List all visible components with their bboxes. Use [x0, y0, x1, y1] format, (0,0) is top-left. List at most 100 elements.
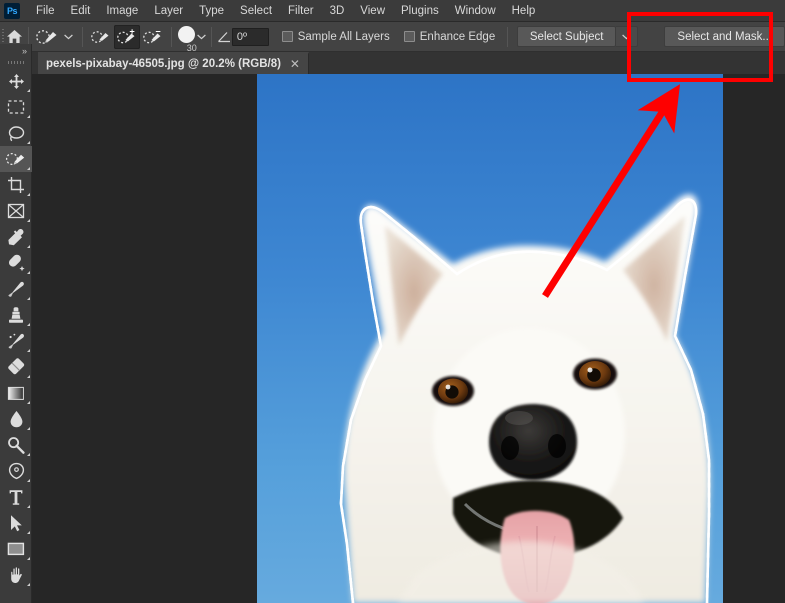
menu-item-file[interactable]: File	[28, 2, 63, 20]
path-arrow-icon	[9, 514, 23, 532]
pen-tool[interactable]	[0, 458, 32, 484]
sample-all-layers-checkbox[interactable]: Sample All Layers	[275, 31, 397, 43]
select-and-mask-button[interactable]: Select and Mask...	[664, 26, 785, 47]
photoshop-logo: Ps	[4, 2, 20, 19]
menu-item-layer[interactable]: Layer	[146, 2, 191, 20]
selection-mode-group	[88, 24, 166, 49]
frame-icon	[7, 203, 25, 219]
frame-tool[interactable]	[0, 198, 32, 224]
tool-more-indicator	[27, 349, 30, 352]
tool-more-indicator	[27, 479, 30, 482]
select-subject-chevron-down-icon[interactable]	[616, 26, 639, 47]
brush-tool[interactable]	[0, 276, 32, 302]
divider	[171, 26, 172, 47]
dog-photo	[339, 194, 711, 603]
quick-selection-brush-icon	[36, 29, 57, 44]
lasso-icon	[7, 125, 25, 142]
clone-stamp-icon	[7, 306, 25, 324]
tool-more-indicator	[27, 375, 30, 378]
tool-more-indicator	[27, 505, 30, 508]
crop-icon	[7, 176, 25, 194]
dog-right-eye	[573, 358, 617, 390]
menu-item-help[interactable]: Help	[504, 2, 544, 20]
dodge-tool[interactable]	[0, 432, 32, 458]
select-subject-button[interactable]: Select Subject	[516, 26, 617, 47]
lasso-tool[interactable]	[0, 120, 32, 146]
blur-droplet-icon	[9, 410, 24, 428]
menu-item-edit[interactable]: Edit	[63, 2, 99, 20]
angle-input[interactable]: 0º	[231, 27, 269, 46]
tool-more-indicator	[27, 401, 30, 404]
history-brush-icon	[7, 332, 25, 350]
tool-more-indicator	[27, 453, 30, 456]
quick-selection-tool[interactable]	[0, 146, 32, 172]
close-icon[interactable]: ✕	[290, 58, 300, 70]
brush-icon	[7, 280, 25, 298]
path-selection-tool[interactable]	[0, 510, 32, 536]
canvas-workspace[interactable]	[32, 74, 785, 603]
tools-panel: »	[0, 44, 32, 603]
clone-stamp-tool[interactable]	[0, 302, 32, 328]
enhance-edge-label: Enhance Edge	[419, 30, 496, 43]
tool-more-indicator	[27, 193, 30, 196]
tool-more-indicator	[27, 115, 30, 118]
tool-more-indicator	[27, 219, 30, 222]
brush-tip-preview	[178, 26, 196, 43]
tool-more-indicator	[27, 583, 30, 586]
menu-item-plugins[interactable]: Plugins	[393, 2, 447, 20]
document-tab-bar: pexels-pixabay-46505.jpg @ 20.2% (RGB/8)…	[32, 52, 785, 74]
chevron-down-icon[interactable]	[61, 26, 75, 48]
move-icon	[8, 73, 25, 90]
tool-more-indicator	[27, 167, 30, 170]
photoshop-window: Ps File Edit Image Layer Type Select Filter 3D V…	[0, 0, 785, 603]
menu-bar: Ps File Edit Image Layer Type Select Filter 3D V…	[0, 0, 785, 22]
document-tab-title: pexels-pixabay-46505.jpg @ 20.2% (RGB/8)	[46, 58, 281, 70]
dog-left-eye	[432, 376, 474, 406]
dog-nose	[489, 404, 577, 480]
move-tool[interactable]	[0, 68, 32, 94]
new-selection-button[interactable]	[88, 25, 114, 49]
type-tool[interactable]	[0, 484, 32, 510]
eraser-tool[interactable]	[0, 354, 32, 380]
drag-handle-icon[interactable]	[0, 57, 31, 68]
double-chevron-right-icon[interactable]: »	[0, 44, 31, 57]
spot-healing-brush-tool[interactable]	[0, 250, 32, 276]
gradient-tool[interactable]	[0, 380, 32, 406]
blur-tool[interactable]	[0, 406, 32, 432]
tool-preset-picker[interactable]	[33, 26, 77, 48]
rectangular-marquee-tool[interactable]	[0, 94, 32, 120]
brush-size-value: 30	[186, 42, 197, 53]
pen-icon	[8, 462, 25, 480]
tool-more-indicator	[27, 245, 30, 248]
rectangle-icon	[7, 542, 25, 556]
enhance-edge-checkbox[interactable]: Enhance Edge	[397, 31, 502, 43]
brush-size-preview[interactable]: 30	[177, 22, 197, 53]
menu-item-type[interactable]: Type	[191, 2, 232, 20]
tool-more-indicator	[27, 297, 30, 300]
menu-item-image[interactable]: Image	[98, 2, 146, 20]
tool-more-indicator	[27, 323, 30, 326]
menu-item-view[interactable]: View	[352, 2, 393, 20]
crop-tool[interactable]	[0, 172, 32, 198]
rectangle-shape-tool[interactable]	[0, 536, 32, 562]
divider	[211, 26, 212, 47]
menu-item-window[interactable]: Window	[447, 2, 504, 20]
hand-tool[interactable]	[0, 562, 32, 588]
eyedropper-tool[interactable]	[0, 224, 32, 250]
menu-item-filter[interactable]: Filter	[280, 2, 322, 20]
divider	[507, 26, 508, 47]
type-icon	[8, 488, 24, 506]
history-brush-tool[interactable]	[0, 328, 32, 354]
eraser-icon	[7, 358, 26, 376]
hand-icon	[8, 566, 25, 584]
image-canvas[interactable]	[257, 74, 723, 603]
sample-all-layers-label: Sample All Layers	[297, 30, 390, 43]
dodge-icon	[7, 436, 25, 454]
subtract-from-selection-button[interactable]	[140, 25, 166, 49]
document-tab[interactable]: pexels-pixabay-46505.jpg @ 20.2% (RGB/8)…	[38, 52, 309, 74]
tool-more-indicator	[27, 427, 30, 430]
add-to-selection-button[interactable]	[114, 24, 141, 49]
menu-item-3d[interactable]: 3D	[322, 2, 353, 20]
menu-item-select[interactable]: Select	[232, 2, 280, 20]
divider	[82, 26, 84, 47]
